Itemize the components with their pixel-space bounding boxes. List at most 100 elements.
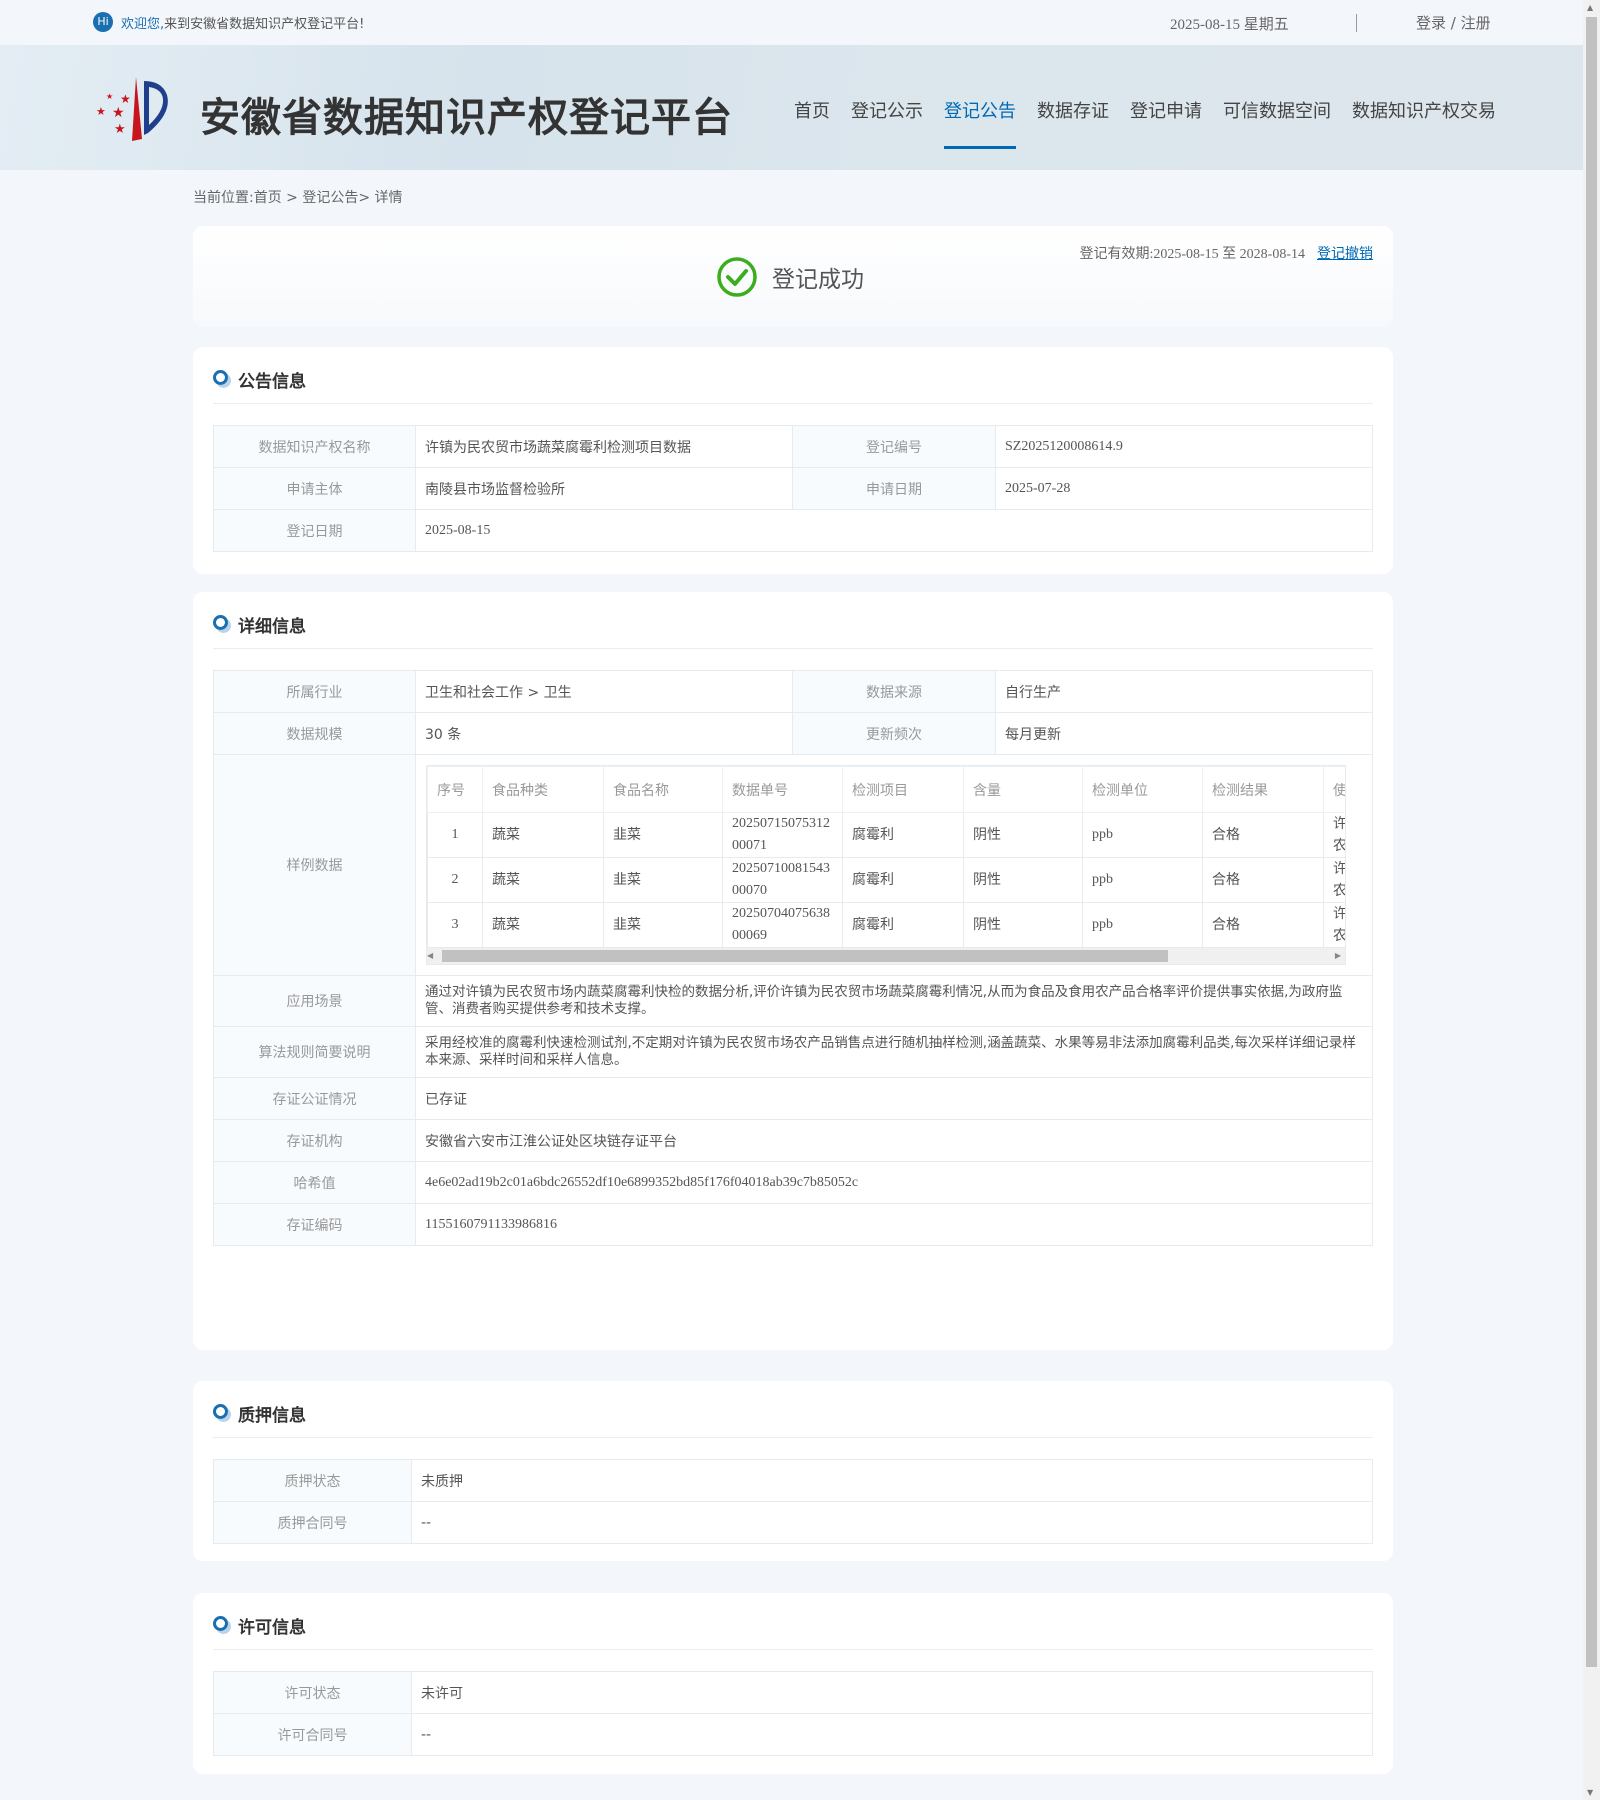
sample-row: 3蔬菜韭菜2025070407563800069腐霉利阴性ppb合格许镇为民农贸…: [427, 902, 1345, 948]
scroll-right-arrow-icon[interactable]: ▶: [1335, 951, 1341, 960]
table-row: 存证机构 安徽省六安市江淮公证处区块链存证平台: [213, 1119, 1373, 1162]
main-nav: 首页 登记公示 登记公告 数据存证 登记申请 可信数据空间 数据知识产权交易: [794, 97, 1517, 149]
horizontal-scrollbar[interactable]: ◀ ▶: [427, 948, 1345, 964]
pledge-section: 质押信息 质押状态 未质押 质押合同号 --: [193, 1381, 1393, 1561]
field-label: 质押状态: [213, 1459, 412, 1502]
field-label: 数据规模: [213, 712, 416, 755]
sample-header-row: 序号食品种类食品名称数据单号检测项目含量检测单位检测结果使用: [427, 766, 1345, 813]
svg-text:★: ★: [96, 105, 106, 118]
table-row: 样例数据 序号食品种类食品名称数据单号检测项目含量检测单位检测结果使用 1蔬菜韭…: [213, 754, 1373, 976]
table-row: 许可合同号 --: [213, 1713, 1373, 1756]
top-bar: Hi 欢迎您,来到安徽省数据知识产权登记平台! 2025-08-15 星期五 登…: [0, 0, 1583, 45]
table-row: 应用场景 通过对许镇为民农贸市场内蔬菜腐霉利快检的数据分析,评价许镇为民农贸市场蔬…: [213, 975, 1373, 1027]
validity-info: 登记有效期:2025-08-15 至 2028-08-14 登记撤销: [1079, 243, 1373, 263]
data-source-value: 自行生产: [995, 670, 1373, 713]
license-contract-value: --: [411, 1713, 1373, 1756]
sample-data-cell: 序号食品种类食品名称数据单号检测项目含量检测单位检测结果使用 1蔬菜韭菜2025…: [415, 754, 1373, 976]
sample-cell: ppb: [1082, 857, 1203, 903]
field-label: 登记编号: [792, 425, 996, 468]
nav-trusted-data-space[interactable]: 可信数据空间: [1223, 97, 1331, 149]
welcome-text: 欢迎您,来到安徽省数据知识产权登记平台!: [121, 13, 364, 32]
sample-cell: 合格: [1202, 857, 1324, 903]
sample-cell: 许镇为民农贸市场: [1323, 857, 1345, 903]
sample-cell: 2025071507531200071: [722, 812, 843, 858]
nav-ip-trading[interactable]: 数据知识产权交易: [1352, 97, 1496, 149]
table-row: 质押合同号 --: [213, 1501, 1373, 1544]
sample-cell: ppb: [1082, 902, 1203, 948]
sample-cell: 韭菜: [603, 857, 723, 903]
scroll-left-arrow-icon[interactable]: ◀: [427, 951, 433, 960]
page: Hi 欢迎您,来到安徽省数据知识产权登记平台! 2025-08-15 星期五 登…: [0, 0, 1583, 1800]
table-row: 登记日期 2025-08-15: [213, 509, 1373, 552]
sample-cell: 腐霉利: [842, 857, 964, 903]
hi-icon: Hi: [93, 12, 113, 32]
sample-cell: 合格: [1202, 902, 1324, 948]
check-circle-icon: [717, 257, 757, 297]
table-row: 数据规模 30 条更新频次 每月更新: [213, 712, 1373, 755]
nav-registration-apply[interactable]: 登记申请: [1130, 97, 1202, 149]
notary-status-value: 已存证: [415, 1077, 1373, 1120]
license-table: 许可状态 未许可 许可合同号 --: [213, 1671, 1373, 1756]
divider: [1356, 14, 1357, 32]
field-label: 数据来源: [792, 670, 996, 713]
nav-data-deposit[interactable]: 数据存证: [1037, 97, 1109, 149]
sample-cell: 1: [427, 812, 483, 858]
table-row: 数据知识产权名称 许镇为民农贸市场蔬菜腐霉利检测项目数据 登记编号 SZ2025120…: [213, 425, 1373, 468]
ip-name-value: 许镇为民农贸市场蔬菜腐霉利检测项目数据: [415, 425, 793, 468]
section-header: 质押信息: [213, 1401, 1373, 1438]
pledge-table: 质押状态 未质押 质押合同号 --: [213, 1459, 1373, 1544]
revoke-registration-link[interactable]: 登记撤销: [1317, 247, 1373, 262]
scrollbar-thumb[interactable]: [1586, 17, 1597, 1667]
login-link[interactable]: 登录: [1416, 14, 1446, 32]
svg-text:★: ★: [106, 92, 113, 101]
sample-cell: 阴性: [963, 812, 1083, 858]
sample-cell: 蔬菜: [482, 857, 604, 903]
apply-date-value: 2025-07-28: [995, 467, 1373, 510]
field-label: 算法规则简要说明: [213, 1026, 416, 1078]
scroll-up-arrow-icon[interactable]: ▲: [1587, 3, 1593, 12]
nav-registration-announcement[interactable]: 登记公告: [944, 97, 1016, 149]
sample-cell: 蔬菜: [482, 902, 604, 948]
table-row: 质押状态 未质押: [213, 1459, 1373, 1502]
vertical-scrollbar[interactable]: ▲ ▼: [1583, 0, 1600, 1800]
svg-text:★: ★: [112, 105, 125, 121]
detail-section: 详细信息 所属行业 卫生和社会工作 > 卫生 数据来源 自行生产 数据规模 30 条更新…: [193, 592, 1393, 1350]
sample-column-header: 数据单号: [722, 766, 843, 813]
update-frequency-value: 每月更新: [995, 712, 1373, 755]
auth-links: 登录 / 注册: [1416, 12, 1491, 33]
section-header: 公告信息: [213, 367, 1373, 404]
table-row: 许可状态 未许可: [213, 1671, 1373, 1714]
section-title: 质押信息: [238, 1406, 306, 1426]
field-label: 所属行业: [213, 670, 416, 713]
header: ★ ★ ★ ★ ★ 安徽省数据知识产权登记平台 首页 登记公示 登记公告 数据存证 登记…: [0, 45, 1583, 170]
sample-cell: 蔬菜: [482, 812, 604, 858]
breadcrumb-home[interactable]: 首页: [254, 190, 282, 206]
breadcrumb-current: 详情: [374, 190, 403, 206]
slash: /: [1446, 14, 1461, 32]
table-row: 算法规则简要说明 采用经校准的腐霉利快速检测试剂,不定期对许镇为民农贸市场农产品销…: [213, 1026, 1373, 1078]
nav-registration-publicity[interactable]: 登记公示: [851, 97, 923, 149]
registration-date-value: 2025-08-15: [415, 509, 1373, 552]
table-row: 存证公证情况 已存证: [213, 1077, 1373, 1120]
register-link[interactable]: 注册: [1461, 14, 1491, 32]
platform-logo[interactable]: ★★★★★: [92, 73, 177, 143]
section-bullet-icon: [213, 370, 228, 385]
site-title: 安徽省数据知识产权登记平台: [200, 95, 733, 141]
sample-column-header: 检测单位: [1082, 766, 1203, 813]
nav-home[interactable]: 首页: [794, 97, 830, 149]
validity-label: 登记有效期:: [1079, 247, 1154, 262]
scrollbar-thumb[interactable]: [442, 950, 1168, 962]
sample-cell: 许镇为民农贸市场: [1323, 812, 1345, 858]
field-label: 更新频次: [792, 712, 996, 755]
section-header: 详细信息: [213, 612, 1373, 649]
table-row: 哈希值 4e6e02ad19b2c01a6bdc26552df10e6899352…: [213, 1161, 1373, 1204]
scroll-down-arrow-icon[interactable]: ▼: [1587, 1788, 1593, 1797]
breadcrumb-separator: >: [358, 190, 375, 206]
deposit-code-value: 1155160791133986816: [415, 1203, 1373, 1246]
breadcrumb-separator: >: [281, 190, 303, 206]
field-label: 登记日期: [213, 509, 416, 552]
sample-cell: ppb: [1082, 812, 1203, 858]
pledge-contract-value: --: [411, 1501, 1373, 1544]
breadcrumb-prefix: 当前位置:: [193, 190, 254, 206]
breadcrumb-section[interactable]: 登记公告: [302, 190, 358, 206]
